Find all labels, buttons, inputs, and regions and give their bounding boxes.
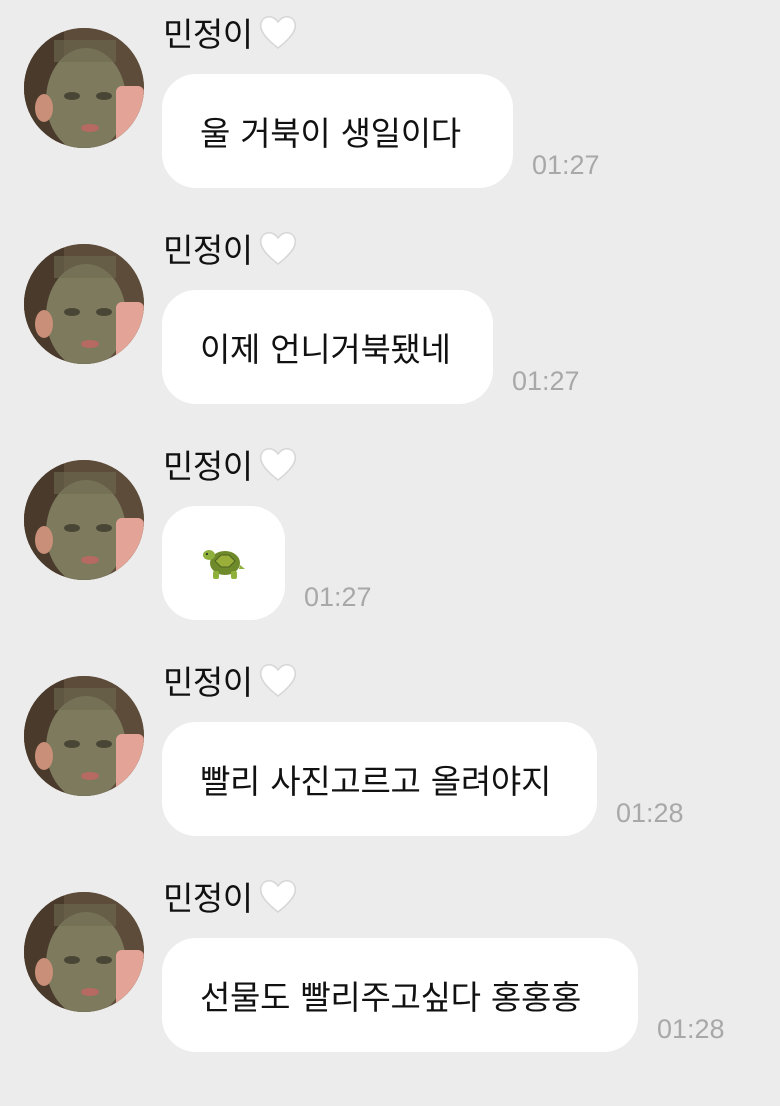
message-row: 민정이 선물도 빨리주고싶다 홍홍홍 01:28 [0,864,780,1064]
chat-thread: 민정이 울 거북이 생일이다 01:27 민정이 이제 언니거북됐네 01:27… [0,0,780,1106]
white-heart-icon [259,664,296,697]
avatar-photo-icon [24,892,144,1012]
white-heart-icon [259,880,296,913]
sender-name: 민정이 [163,10,299,54]
sender-name: 민정이 [163,658,299,702]
message-text: 빨리 사진고르고 올려야지 [200,762,552,801]
sender-name: 민정이 [163,874,299,918]
white-heart-icon [259,232,296,265]
avatar[interactable] [24,676,144,796]
message-row: 민정이 이제 언니거북됐네 01:27 [0,216,780,416]
message-timestamp: 01:27 [304,582,372,612]
avatar[interactable] [24,460,144,580]
message-bubble[interactable]: 이제 언니거북됐네 [162,290,493,404]
message-timestamp: 01:27 [512,366,580,396]
message-text: 이제 언니거북됐네 [200,330,451,369]
message-timestamp: 01:28 [616,798,684,828]
sender-name: 민정이 [163,442,299,486]
message-text: 울 거북이 생일이다 [200,114,461,153]
white-heart-icon [259,16,296,49]
sender-name: 민정이 [163,226,299,270]
avatar-photo-icon [24,244,144,364]
message-text: 선물도 빨리주고싶다 홍홍홍 [200,978,582,1017]
message-bubble[interactable]: 빨리 사진고르고 올려야지 [162,722,597,836]
message-row: 민정이 빨리 사진고르고 올려야지 01:28 [0,648,780,848]
message-bubble[interactable]: 선물도 빨리주고싶다 홍홍홍 [162,938,638,1052]
avatar[interactable] [24,28,144,148]
avatar[interactable] [24,244,144,364]
message-bubble[interactable] [162,506,285,620]
white-heart-icon [259,448,296,481]
message-timestamp: 01:28 [657,1014,725,1044]
message-row: 민정이 울 거북이 생일이다 01:27 [0,0,780,200]
avatar-photo-icon [24,676,144,796]
avatar[interactable] [24,892,144,1012]
message-timestamp: 01:27 [532,150,600,180]
avatar-photo-icon [24,460,144,580]
turtle-icon [202,550,245,579]
message-row: 민정이 01:27 [0,432,780,632]
avatar-photo-icon [24,28,144,148]
message-bubble[interactable]: 울 거북이 생일이다 [162,74,513,188]
